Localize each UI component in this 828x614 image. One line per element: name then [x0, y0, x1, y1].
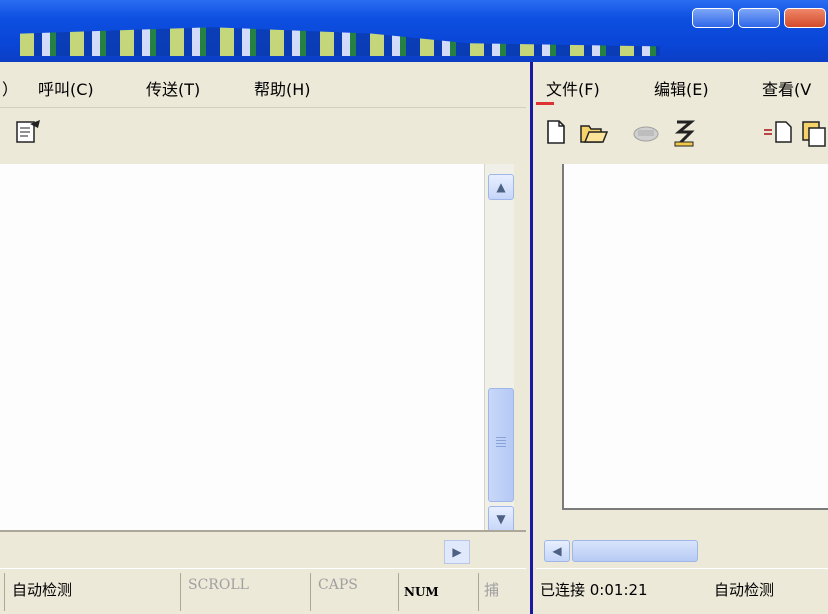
left-status-bar: 自动检测 SCROLL CAPS NUM 捕: [0, 568, 526, 614]
scroll-left-icon[interactable]: ◀: [544, 540, 570, 562]
copy-icon[interactable]: [798, 118, 828, 150]
horizontal-scroll-thumb[interactable]: [572, 540, 698, 562]
status-scroll: SCROLL: [188, 577, 249, 593]
right-menu-bar: 文件(F) 编辑(E) 查看(V: [536, 62, 828, 108]
status-connected: 已连接 0:01:21: [540, 581, 648, 599]
vertical-scrollbar[interactable]: ▲ ▼: [484, 164, 514, 532]
menu-item-help[interactable]: 帮助(H): [254, 76, 311, 100]
status-capture: 捕: [484, 581, 500, 599]
title-bar[interactable]: [0, 0, 828, 62]
status-caps: CAPS: [318, 577, 358, 593]
menu-item-partial[interactable]: ）: [2, 76, 18, 100]
terminal-area[interactable]: [0, 164, 484, 530]
maximize-button[interactable]: [738, 8, 780, 28]
status-detect: 自动检测: [12, 581, 73, 599]
open-icon[interactable]: [578, 118, 610, 150]
minimize-button[interactable]: [692, 8, 734, 28]
status-detect: 自动检测: [714, 581, 775, 599]
scroll-up-icon[interactable]: ▲: [488, 174, 514, 200]
title-bar-caption-graphic: [20, 27, 660, 56]
status-num: NUM: [404, 585, 439, 599]
menu-item-file[interactable]: 文件(F): [546, 76, 600, 100]
disconnect-icon[interactable]: [630, 118, 662, 150]
right-toolbar: [536, 108, 828, 164]
close-button[interactable]: [784, 8, 826, 28]
splitter-line: [530, 62, 533, 614]
menu-item-transfer[interactable]: 传送(T): [146, 76, 200, 100]
new-icon[interactable]: [540, 118, 572, 150]
file-list-area[interactable]: [562, 164, 828, 510]
scroll-down-icon[interactable]: ▼: [488, 506, 514, 532]
scroll-thumb[interactable]: [488, 388, 514, 502]
properties-icon[interactable]: [12, 118, 44, 150]
send-icon[interactable]: [668, 118, 700, 150]
accent-mark: [536, 102, 554, 105]
scroll-right-icon[interactable]: ▶: [444, 540, 470, 564]
left-toolbar: [0, 108, 526, 164]
menu-item-edit[interactable]: 编辑(E): [654, 76, 709, 100]
properties-icon[interactable]: [762, 118, 794, 150]
menu-item-call[interactable]: 呼叫(C): [38, 76, 94, 100]
left-menu-bar: ） 呼叫(C) 传送(T) 帮助(H): [0, 62, 526, 108]
menu-item-view[interactable]: 查看(V: [762, 76, 811, 100]
right-status-bar: 已连接 0:01:21 自动检测: [536, 568, 828, 614]
